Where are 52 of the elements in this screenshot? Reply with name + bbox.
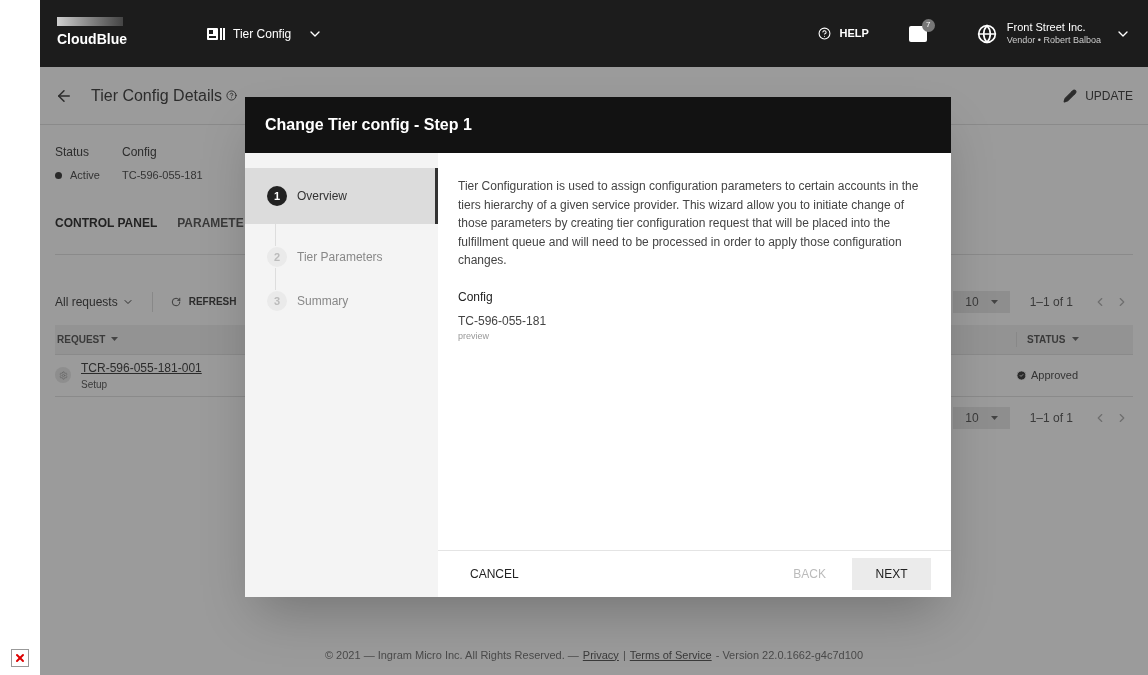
update-button[interactable]: UPDATE (1063, 86, 1133, 105)
id-card-icon (207, 27, 225, 40)
column-header[interactable]: STATUS (1016, 331, 1119, 347)
notifications-button[interactable] (908, 25, 927, 42)
config-label: Config (458, 288, 494, 306)
caret-icon (990, 415, 998, 420)
caret-icon (1071, 337, 1079, 341)
help-icon (226, 90, 237, 101)
field-value: TC-596-055-181 (121, 168, 203, 183)
globe-icon (976, 23, 997, 44)
refresh-icon (170, 296, 181, 307)
tab[interactable]: CONTROL PANEL (55, 213, 158, 232)
field-value: Active (70, 168, 100, 183)
help-button[interactable]: HELP (818, 25, 869, 42)
notification-badge: 7 (921, 18, 935, 32)
dialog-button[interactable]: NEXT (852, 558, 931, 590)
privacy-link[interactable]: Privacy (582, 646, 619, 663)
dialog-button[interactable]: CANCEL (458, 558, 531, 590)
refresh-button[interactable]: REFRESH (170, 294, 237, 309)
page-title: Tier Config Details (91, 85, 222, 106)
filter-dropdown[interactable]: All requests (55, 292, 134, 311)
pencil-icon (1063, 88, 1078, 103)
caret-icon (111, 337, 119, 341)
separator-text: | (622, 647, 626, 663)
page-range: 1–1 of 1 (1029, 409, 1073, 427)
description-text: Tier Configuration is used to assign configuration parameters to certain accounts in the tiers hierarchy of a given service provider. This wizard allow you to initiate change of those parameters by creating tier configuration request that will be placed into the fulfillment queue and will need to be processed in order to apply those configuration changes. (458, 178, 920, 269)
request-type: Setup (81, 377, 109, 392)
logo[interactable]: CloudBlue (57, 17, 167, 50)
per-page-select[interactable]: 10 (953, 406, 1010, 429)
field-label: Status (55, 144, 91, 161)
copyright-text: © 2021 — Ingram Micro Inc. All Rights Reserved. — (324, 647, 579, 663)
dialog-title: Change Tier config - Step 1 (265, 115, 472, 135)
request-link[interactable]: TCR-596-055-181-001 (81, 358, 202, 377)
gear-icon (55, 367, 71, 383)
column-header[interactable]: REQUEST (55, 331, 119, 347)
terms-link[interactable]: Terms of Service (629, 646, 712, 663)
status-label: Approved (1016, 366, 1133, 384)
check-circle-icon (1016, 369, 1027, 381)
broken-image-icon (11, 649, 29, 667)
account-name: Front Street Inc. (1006, 20, 1087, 34)
tab[interactable]: PARAMETE (177, 213, 244, 232)
module-switcher[interactable]: Tier Config (207, 24, 324, 43)
field-label: Config (121, 144, 158, 161)
page-range: 1–1 of 1 (1029, 293, 1073, 311)
help-icon (818, 27, 832, 40)
version-text: - Version 22.0.1662-g4c7d100 (715, 647, 864, 663)
config-value: TC-596-055-181 (458, 312, 548, 330)
wizard-step[interactable]: 1 Overview (245, 168, 438, 224)
account-role: Vendor • Robert Balboa (1006, 33, 1101, 47)
caret-icon (990, 299, 998, 304)
per-page-select[interactable]: 10 (953, 290, 1010, 313)
config-hint: preview (458, 329, 490, 343)
